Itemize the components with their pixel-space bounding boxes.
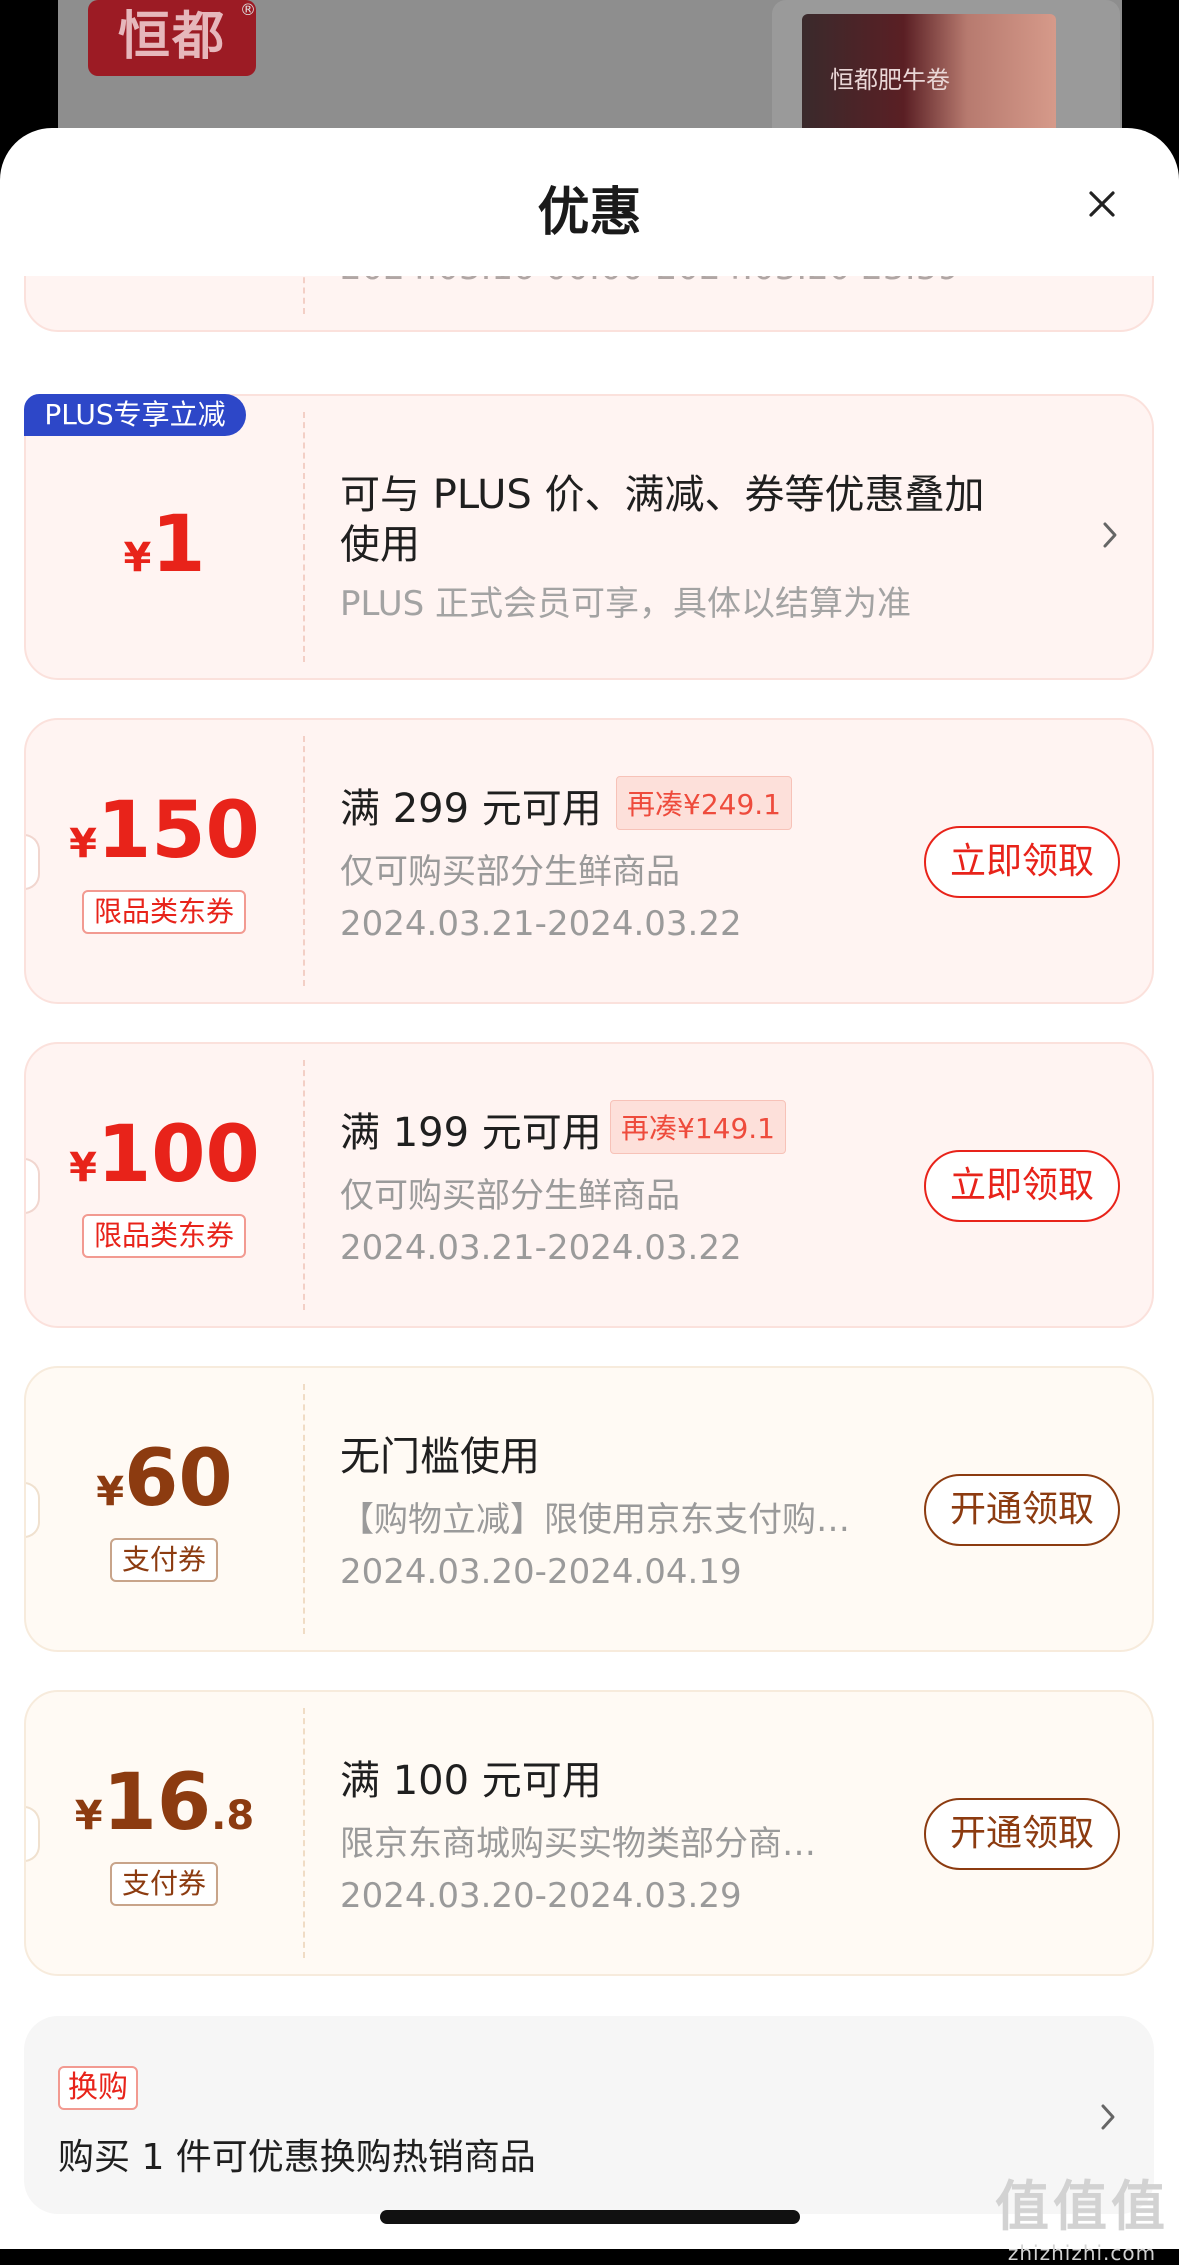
exchange-description: 购买 1 件可优惠换购热销商品: [58, 2137, 536, 2178]
coupon-title: 满 299 元可用: [340, 786, 602, 832]
sheet-title: 优惠: [537, 183, 642, 243]
currency-symbol: ¥: [74, 1793, 103, 1839]
coupon-card[interactable]: ¥16.8 支付券 满 100 元可用 限京东商城购买实物类部分商… 2024.…: [24, 1690, 1154, 1976]
amount-decimal: .8: [211, 1793, 255, 1839]
amount-value: 150: [97, 786, 260, 876]
coupon-amount: ¥1: [26, 506, 303, 584]
coupon-amount: ¥60: [26, 1440, 303, 1518]
coupon-date: 2024.03.21-2024.03.22: [340, 1228, 742, 1268]
coupon-divider: [303, 276, 305, 314]
coupon-subtitle: 仅可购买部分生鲜商品: [340, 1176, 680, 1216]
coupon-amount: ¥150: [26, 792, 303, 870]
coupon-date: 2024.03.16 00:00-2024.03.20 23:59: [340, 276, 959, 288]
coupon-card[interactable]: ¥60 支付券 无门槛使用 【购物立减】限使用京东支付购… 2024.03.20…: [24, 1366, 1154, 1652]
home-indicator[interactable]: [380, 2210, 800, 2224]
coupon-divider: [303, 1708, 305, 1958]
coupon-title: 满 100 元可用: [340, 1758, 602, 1804]
product-image: 恒都肥牛卷: [802, 14, 1056, 134]
product-image-label: 恒都肥牛卷: [830, 66, 950, 94]
coupon-amount: ¥100: [26, 1116, 303, 1194]
watermark-logo: 值值值: [995, 2175, 1169, 2238]
site-watermark: 值值值 zhizhizhi.com: [995, 2162, 1169, 2265]
coupon-title-line2: 使用: [340, 522, 420, 568]
exchange-purchase-card[interactable]: 换购 购买 1 件可优惠换购热销商品: [24, 2016, 1154, 2214]
coupon-subtitle: 【购物立减】限使用京东支付购…: [340, 1500, 850, 1540]
claim-now-button[interactable]: 立即领取: [924, 826, 1120, 898]
discount-sheet: 优惠 2024.03.16 00:00-2024.03.20 23:59 PLU…: [0, 128, 1179, 2249]
brand-logo: 恒都: [88, 0, 256, 76]
coupon-title: 无门槛使用: [340, 1434, 540, 1480]
coupon-date: 2024.03.20-2024.04.19: [340, 1552, 742, 1592]
plus-exclusive-badge: PLUS专享立减: [24, 394, 246, 436]
activate-claim-button[interactable]: 开通领取: [924, 1798, 1120, 1870]
currency-symbol: ¥: [123, 535, 152, 581]
chevron-right-icon[interactable]: [1098, 520, 1122, 550]
coupon-divider: [303, 1384, 305, 1634]
coupon-type-tag: 限品类东券: [81, 890, 247, 934]
coupon-type-tag: 限品类东券: [81, 1214, 247, 1258]
coupon-divider: [303, 736, 305, 986]
close-icon[interactable]: [1082, 184, 1122, 224]
currency-symbol: ¥: [96, 1469, 125, 1515]
chevron-right-icon[interactable]: [1096, 2102, 1120, 2132]
currency-symbol: ¥: [69, 821, 97, 867]
amount-value: 60: [124, 1434, 233, 1524]
coupon-card[interactable]: ¥150 限品类东券 满 299 元可用 再凑¥249.1 仅可购买部分生鲜商品…: [24, 718, 1154, 1004]
coupon-divider: [303, 412, 305, 662]
coupon-type-tag: 支付券: [109, 1862, 219, 1906]
coupon-title: 可与 PLUS 价、满减、券等优惠叠加: [340, 472, 985, 518]
coupon-divider: [303, 1060, 305, 1310]
sheet-header: 优惠: [0, 128, 1179, 276]
coupon-amount: ¥16.8: [26, 1764, 303, 1842]
coupon-subtitle: PLUS 正式会员可享，具体以结算为准: [340, 584, 912, 624]
exchange-tag: 换购: [58, 2066, 138, 2110]
coupon-list[interactable]: 2024.03.16 00:00-2024.03.20 23:59 PLUS专享…: [0, 276, 1179, 2249]
amount-value: 16: [102, 1758, 212, 1848]
amount-value: 1: [151, 500, 206, 590]
coupon-date: 2024.03.20-2024.03.29: [340, 1876, 742, 1916]
coupon-title: 满 199 元可用: [340, 1110, 602, 1156]
coupon-card[interactable]: ¥100 限品类东券 满 199 元可用 再凑¥149.1 仅可购买部分生鲜商品…: [24, 1042, 1154, 1328]
add-more-badge: 再凑¥149.1: [610, 1100, 786, 1154]
close-button[interactable]: [1082, 184, 1122, 224]
coupon-card-plus[interactable]: ¥1 可与 PLUS 价、满减、券等优惠叠加 使用 PLUS 正式会员可享，具体…: [24, 394, 1154, 680]
coupon-subtitle: 限京东商城购买实物类部分商…: [340, 1824, 816, 1864]
watermark-url: zhizhizhi.com: [1007, 2241, 1157, 2265]
coupon-card-partial[interactable]: 2024.03.16 00:00-2024.03.20 23:59: [24, 276, 1154, 332]
claim-now-button[interactable]: 立即领取: [924, 1150, 1120, 1222]
activate-claim-button[interactable]: 开通领取: [924, 1474, 1120, 1546]
coupon-date: 2024.03.21-2024.03.22: [340, 904, 742, 944]
amount-value: 100: [97, 1110, 260, 1200]
coupon-subtitle: 仅可购买部分生鲜商品: [340, 852, 680, 892]
coupon-type-tag: 支付券: [109, 1538, 219, 1582]
currency-symbol: ¥: [69, 1145, 97, 1191]
registered-mark: ®: [240, 0, 256, 19]
add-more-badge: 再凑¥249.1: [616, 776, 792, 830]
